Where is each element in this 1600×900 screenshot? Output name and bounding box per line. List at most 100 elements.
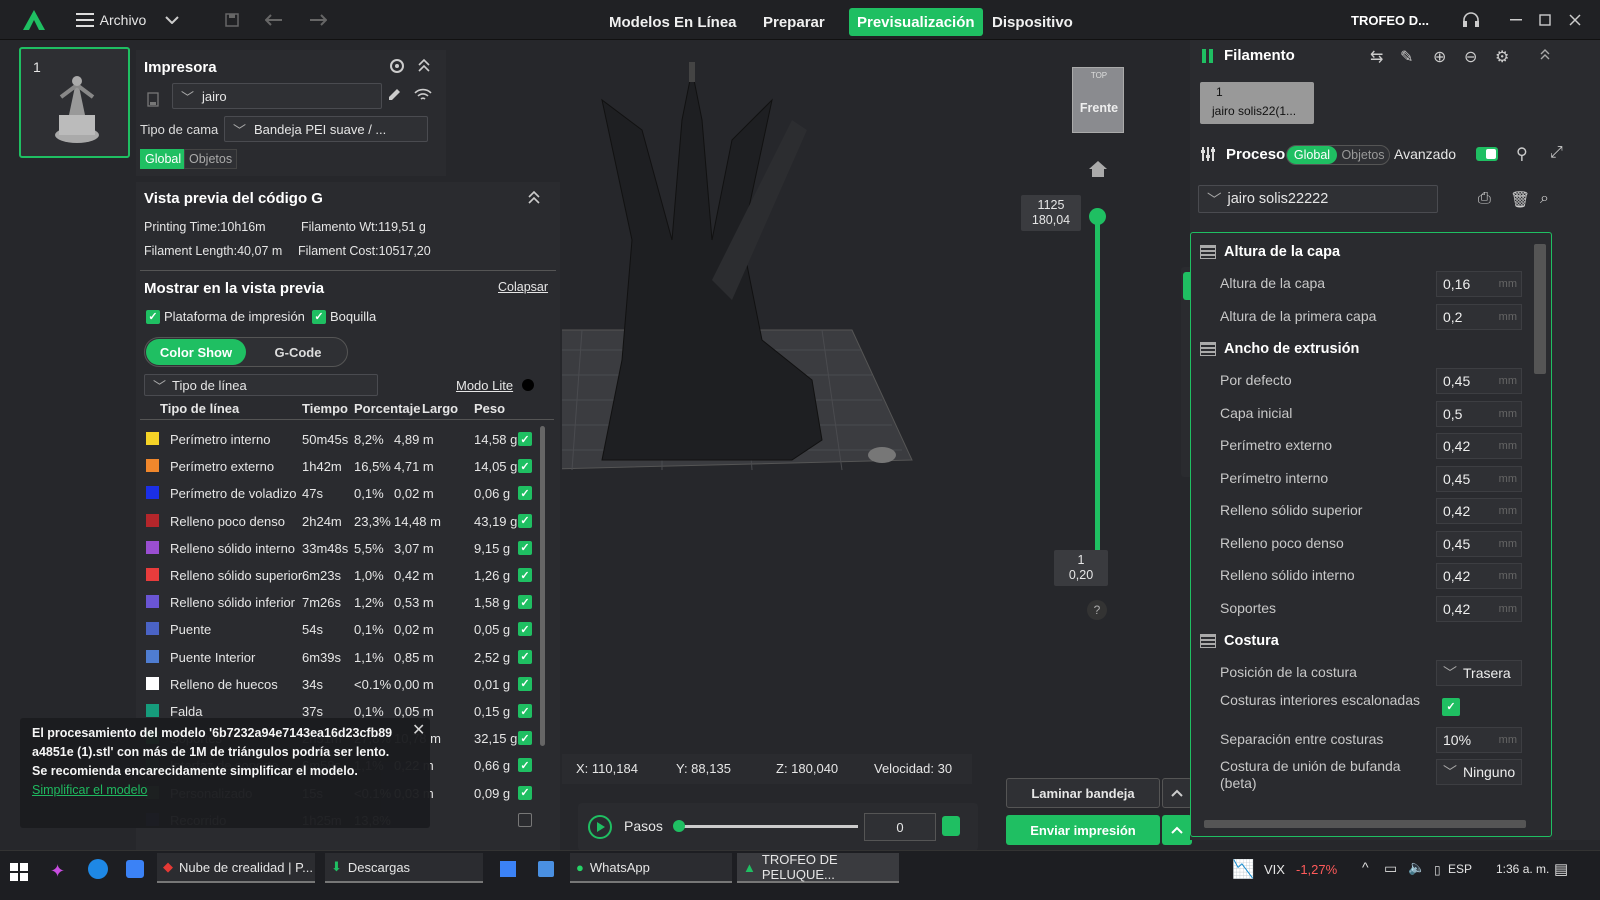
line-visible-checkbox[interactable]: ✓ (518, 676, 532, 691)
line-visible-checkbox[interactable]: ✓ (518, 513, 532, 528)
filament-slot[interactable]: 1 jairo solis22(1... (1200, 82, 1314, 124)
line-color-swatch[interactable] (146, 432, 159, 445)
line-visible-checkbox[interactable]: ✓ (518, 432, 532, 446)
platform-checkbox[interactable]: ✓ Plataforma de impresión (146, 309, 305, 324)
store-icon[interactable] (500, 861, 516, 877)
slice-plate-button[interactable]: Laminar bandeja (1006, 778, 1160, 808)
undo-icon[interactable] (264, 8, 284, 32)
setting-select[interactable]: ﹀ Trasera (1436, 660, 1522, 686)
process-seg-objects[interactable]: Objetos (1337, 146, 1389, 164)
steps-slider-handle[interactable] (673, 820, 685, 832)
edit-icon[interactable] (386, 87, 402, 106)
tray-chevron-icon[interactable]: ^ (1362, 859, 1369, 875)
setting-input[interactable]: 0,45 mm (1436, 465, 1522, 492)
filament-settings-icon[interactable]: ⚙ (1495, 47, 1509, 67)
line-color-swatch[interactable] (146, 486, 159, 500)
line-visible-checkbox[interactable]: ✓ (518, 731, 532, 746)
steps-input[interactable]: 0 (864, 813, 936, 841)
line-type-select[interactable]: ﹀ Tipo de línea (144, 374, 378, 396)
language-indicator[interactable]: ESP (1448, 862, 1472, 876)
chevron-down-icon[interactable] (162, 8, 182, 32)
copilot-icon[interactable]: ✦ (50, 861, 65, 882)
table-scrollbar[interactable] (540, 426, 545, 746)
taskbar-item-crealidad[interactable]: ◆ Nube de crealidad | P... (157, 853, 315, 883)
collapse-filament-icon[interactable] (1540, 48, 1550, 63)
setting-input[interactable]: 0,45 mm (1436, 530, 1522, 557)
process-preset-select[interactable]: ﹀ jairo solis22222 (1198, 185, 1438, 213)
help-icon[interactable]: ? (1087, 600, 1107, 620)
wifi-icon[interactable] (414, 88, 432, 105)
steps-slider[interactable] (678, 825, 858, 828)
windows-start-icon[interactable] (10, 863, 28, 884)
setting-input[interactable]: 0,16 mm (1436, 271, 1522, 297)
printer-seg-global[interactable]: Global (140, 149, 187, 169)
line-color-swatch[interactable] (146, 459, 159, 473)
line-color-swatch[interactable] (146, 704, 159, 717)
line-visible-checkbox[interactable]: ✓ (518, 540, 532, 555)
taskbar-item-whatsapp[interactable]: ● WhatsApp (570, 853, 732, 883)
lite-mode-link[interactable]: Modo Lite (456, 378, 513, 393)
compare-icon[interactable]: ⚲ (1516, 144, 1528, 164)
collapse-link[interactable]: Colapsar (498, 280, 548, 294)
settings-scrollbar[interactable] (1534, 244, 1546, 374)
tab-preview[interactable]: Previsualización (849, 8, 983, 36)
close-icon[interactable] (1564, 8, 1586, 32)
steps-layers-icon[interactable] (942, 816, 960, 836)
staggered-seams-checkbox[interactable]: ✓ (1442, 697, 1460, 716)
add-filament-icon[interactable]: ⊕ (1433, 47, 1446, 67)
line-visible-checkbox[interactable] (518, 812, 532, 827)
setting-input[interactable]: 0,5 mm (1436, 400, 1522, 427)
remove-filament-icon[interactable]: ⊖ (1464, 47, 1477, 67)
line-color-swatch[interactable] (146, 676, 159, 690)
lite-mode-toggle[interactable] (522, 379, 534, 391)
tab-online-models[interactable]: Modelos En Línea (601, 8, 745, 36)
bed-type-select[interactable]: ﹀ Bandeja PEI suave / ... (224, 116, 428, 142)
line-visible-checkbox[interactable]: ✓ (518, 649, 532, 664)
outlook-icon[interactable] (126, 860, 144, 878)
home-icon[interactable] (1088, 160, 1108, 181)
slice-options-chevron-icon[interactable] (1162, 778, 1192, 808)
printer-seg-objects[interactable]: Objetos (184, 149, 238, 169)
send-options-chevron-icon[interactable] (1162, 815, 1192, 845)
line-visible-checkbox[interactable]: ✓ (518, 595, 532, 610)
setting-select[interactable]: ﹀ Ninguno (1436, 759, 1522, 785)
setting-input[interactable]: 0,42 mm (1436, 433, 1522, 459)
save-preset-icon[interactable]: ⎙ (1478, 190, 1491, 208)
collapse-gcode-icon[interactable] (528, 190, 540, 207)
process-seg-global[interactable]: Global (1287, 146, 1337, 164)
advanced-toggle[interactable] (1476, 147, 1498, 161)
toast-close-icon[interactable]: ✕ (412, 720, 425, 740)
plate-thumbnail[interactable]: 1 (19, 47, 130, 158)
filament-brush-icon[interactable]: ✎ (1400, 47, 1413, 67)
line-visible-checkbox[interactable]: ✓ (518, 758, 532, 773)
setting-input[interactable]: 0,42 mm (1436, 498, 1522, 524)
simplify-model-link[interactable]: Simplificar el modelo (32, 783, 147, 797)
notifications-icon[interactable]: ▤ (1554, 860, 1568, 878)
line-visible-checkbox[interactable]: ✓ (518, 622, 532, 637)
save-icon[interactable] (222, 8, 242, 32)
line-visible-checkbox[interactable]: ✓ (518, 568, 532, 582)
headset-icon[interactable] (1460, 8, 1482, 32)
collapse-icon[interactable] (418, 58, 430, 75)
redo-icon[interactable] (308, 8, 328, 32)
gcode-button[interactable]: G-Code (249, 339, 347, 365)
setting-input[interactable]: 10% mm (1436, 726, 1522, 753)
edge-icon[interactable] (88, 859, 108, 879)
gear-icon[interactable] (388, 57, 406, 78)
nozzle-checkbox[interactable]: ✓ Boquilla (312, 309, 376, 324)
network-icon[interactable]: ▭ (1384, 860, 1397, 877)
line-visible-checkbox[interactable]: ✓ (518, 704, 532, 718)
view-cube[interactable]: TOP Frente (1072, 67, 1124, 133)
line-color-swatch[interactable] (146, 568, 159, 581)
file-menu[interactable]: Archivo (98, 8, 148, 32)
hamburger-menu-icon[interactable] (74, 8, 96, 32)
taskbar-item-trofeo[interactable]: ▲ TROFEO DE PELUQUE... (737, 852, 899, 883)
layer-slider-track[interactable] (1095, 216, 1100, 568)
expand-icon[interactable]: ⤢ (1550, 144, 1563, 162)
send-print-button[interactable]: Enviar impresión (1006, 815, 1160, 845)
layer-slider-top-handle[interactable] (1089, 208, 1106, 225)
volume-icon[interactable]: 🔈 (1408, 859, 1425, 876)
line-color-swatch[interactable] (146, 540, 159, 554)
line-color-swatch[interactable] (146, 595, 159, 609)
3d-viewport[interactable]: TOP Frente 1125 180,04 1 0,20 ? (562, 40, 1187, 840)
